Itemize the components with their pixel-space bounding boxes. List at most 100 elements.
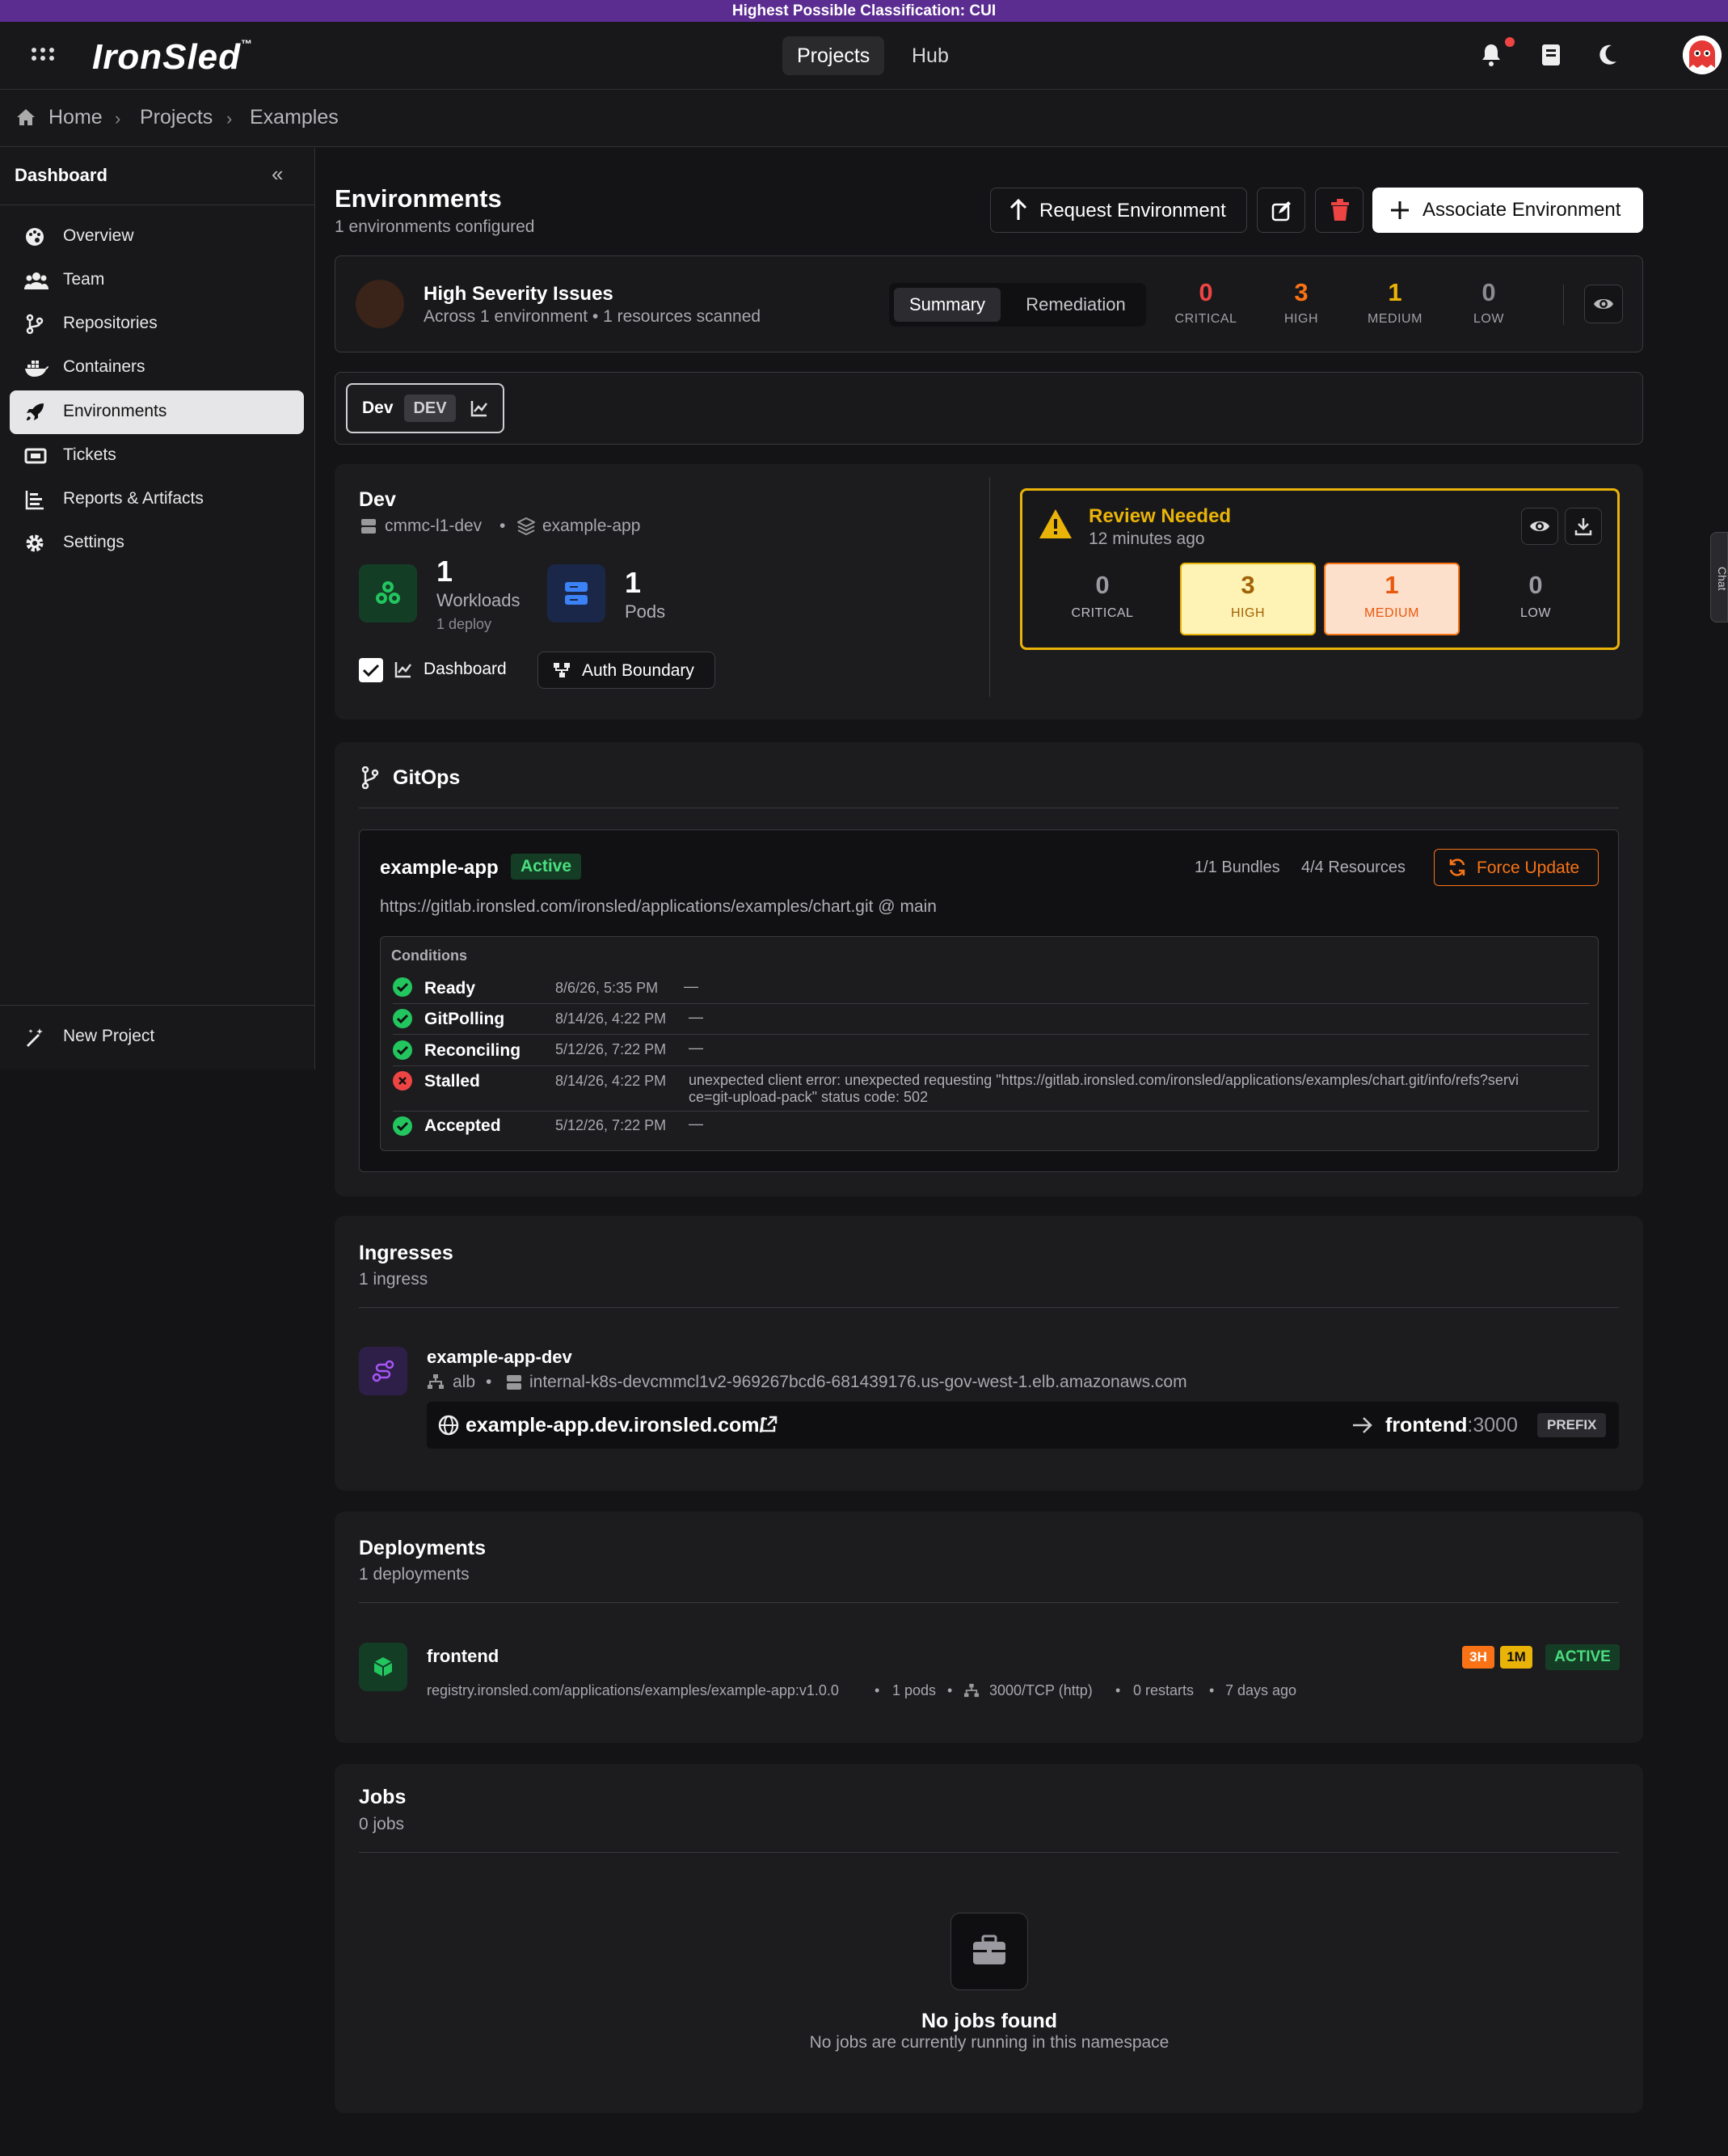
book-icon[interactable] [1539, 42, 1566, 70]
sidebar-item-environments[interactable]: Environments [10, 390, 304, 434]
breadcrumb-projects[interactable]: Projects [140, 106, 213, 129]
sidebar-item-team[interactable]: Team [10, 259, 304, 302]
deployments-title: Deployments [359, 1537, 486, 1559]
ingress-host-link[interactable]: example-app.dev.ironsled.com/ [466, 1414, 765, 1437]
workloads-label: Workloads [436, 590, 521, 610]
env-tab-dev[interactable]: Dev DEV [346, 383, 504, 433]
sidebar-item-reports[interactable]: Reports & Artifacts [10, 478, 304, 521]
sidebar-item-label: Containers [63, 357, 145, 376]
force-update-button[interactable]: Force Update [1434, 849, 1599, 886]
chat-side-tab[interactable]: Chat [1710, 532, 1728, 622]
logo-tm: ™ [241, 37, 254, 50]
edit-icon [1271, 200, 1293, 228]
critical-count: 0 [1199, 278, 1213, 306]
sidebar-item-label: Overview [63, 226, 134, 245]
trash-icon [1330, 199, 1351, 227]
gear-icon [24, 533, 45, 554]
pods-count: 1 [625, 566, 642, 599]
network-icon [427, 1373, 445, 1394]
breadcrumb-home[interactable]: Home [48, 106, 103, 129]
ingress-name: example-app-dev [427, 1347, 572, 1367]
eye-icon [1593, 295, 1614, 319]
gitops-repo-url[interactable]: https://gitlab.ironsled.com/ironsled/app… [380, 897, 937, 917]
apps-grid-icon[interactable] [31, 47, 55, 70]
tab-summary[interactable]: Summary [894, 288, 1001, 322]
ingresses-title: Ingresses [359, 1242, 453, 1264]
external-link-icon[interactable] [760, 1416, 778, 1437]
home-icon[interactable] [16, 108, 36, 131]
eye-icon [1529, 517, 1550, 541]
sidebar-item-overview[interactable]: Overview [10, 215, 304, 259]
dot-separator: • [875, 1682, 880, 1698]
env-app: example-app [542, 517, 641, 535]
arrow-right-icon [1351, 1415, 1374, 1440]
empty-state-subtitle: No jobs are currently running in this na… [809, 2033, 1170, 2052]
bell-icon[interactable] [1479, 42, 1507, 70]
auth-boundary-button[interactable]: Auth Boundary [537, 652, 715, 689]
layers-icon [516, 517, 537, 539]
deployment-name: frontend [427, 1646, 499, 1666]
user-avatar[interactable] [1683, 36, 1722, 74]
nav-tab-projects[interactable]: Projects [782, 36, 885, 75]
condition-date: 8/6/26, 5:35 PM [555, 980, 659, 996]
check-circle-icon [393, 1116, 412, 1136]
sidebar-item-containers[interactable]: Containers [10, 346, 304, 390]
sidebar-item-tickets[interactable]: Tickets [10, 434, 304, 478]
workloads-count: 1 [436, 555, 453, 588]
sidebar-item-repositories[interactable]: Repositories [10, 302, 304, 346]
sidebar-item-settings[interactable]: Settings [10, 521, 304, 565]
notification-dot [1505, 37, 1515, 47]
app-logo[interactable]: IronSled™ [92, 37, 253, 78]
condition-message: — [689, 1009, 703, 1025]
condition-date: 8/14/26, 4:22 PM [555, 1010, 667, 1027]
vertical-divider [989, 477, 990, 697]
gitops-title: GitOps [393, 766, 461, 789]
ingress-icon-box [359, 1347, 407, 1395]
row-divider [393, 1034, 1589, 1035]
error-circle-icon [393, 1071, 412, 1091]
chart-icon[interactable] [470, 399, 488, 421]
server-icon [360, 517, 377, 539]
env-cluster: cmmc-l1-dev [385, 517, 483, 535]
dashboard-link[interactable]: Dashboard [424, 660, 507, 679]
jobs-subtitle: 0 jobs [359, 1815, 405, 1833]
workloads-sub: 1 deploy [436, 616, 492, 632]
high-count: 3 [1294, 278, 1309, 306]
delete-button[interactable] [1315, 188, 1363, 233]
env-detail-title: Dev [359, 488, 396, 511]
new-project-button[interactable]: New Project [10, 1015, 304, 1059]
rocket-icon [24, 402, 45, 423]
request-environment-label: Request Environment [1039, 200, 1226, 222]
moon-icon[interactable] [1595, 42, 1623, 70]
sidebar-item-label: Reports & Artifacts [63, 489, 204, 508]
nav-tab-hub[interactable]: Hub [897, 36, 963, 75]
dashboard-checkbox[interactable] [359, 658, 383, 682]
pods-label: Pods [625, 601, 666, 622]
dot-separator: • [1115, 1682, 1121, 1698]
breadcrumb-examples[interactable]: Examples [250, 106, 339, 129]
chat-side-tab-label: Chat [1716, 567, 1728, 591]
new-project-label: New Project [63, 1027, 155, 1045]
edit-button[interactable] [1257, 188, 1305, 233]
deployments-card [335, 1512, 1643, 1743]
download-button[interactable] [1565, 508, 1602, 545]
reports-icon [24, 489, 45, 510]
associate-environment-button[interactable]: Associate Environment [1372, 188, 1643, 233]
tab-remediation[interactable]: Remediation [1014, 288, 1138, 322]
conditions-title: Conditions [391, 947, 467, 964]
git-branch-icon [360, 766, 380, 793]
page-subtitle: 1 environments configured [335, 217, 535, 236]
condition-date: 8/14/26, 4:22 PM [555, 1073, 667, 1089]
dot-separator: • [499, 517, 506, 535]
request-environment-button[interactable]: Request Environment [990, 188, 1247, 233]
ingress-class: alb [453, 1373, 476, 1391]
page-title: Environments [335, 184, 502, 213]
view-review-button[interactable] [1521, 508, 1558, 545]
high-label: HIGH [1284, 312, 1318, 326]
associate-environment-label: Associate Environment [1422, 199, 1621, 221]
ticket-icon [24, 445, 47, 466]
section-divider [359, 1307, 1619, 1308]
view-issues-button[interactable] [1584, 285, 1623, 323]
ingress-target: frontend:3000 [1385, 1414, 1518, 1437]
collapse-sidebar-icon[interactable]: « [272, 162, 283, 187]
